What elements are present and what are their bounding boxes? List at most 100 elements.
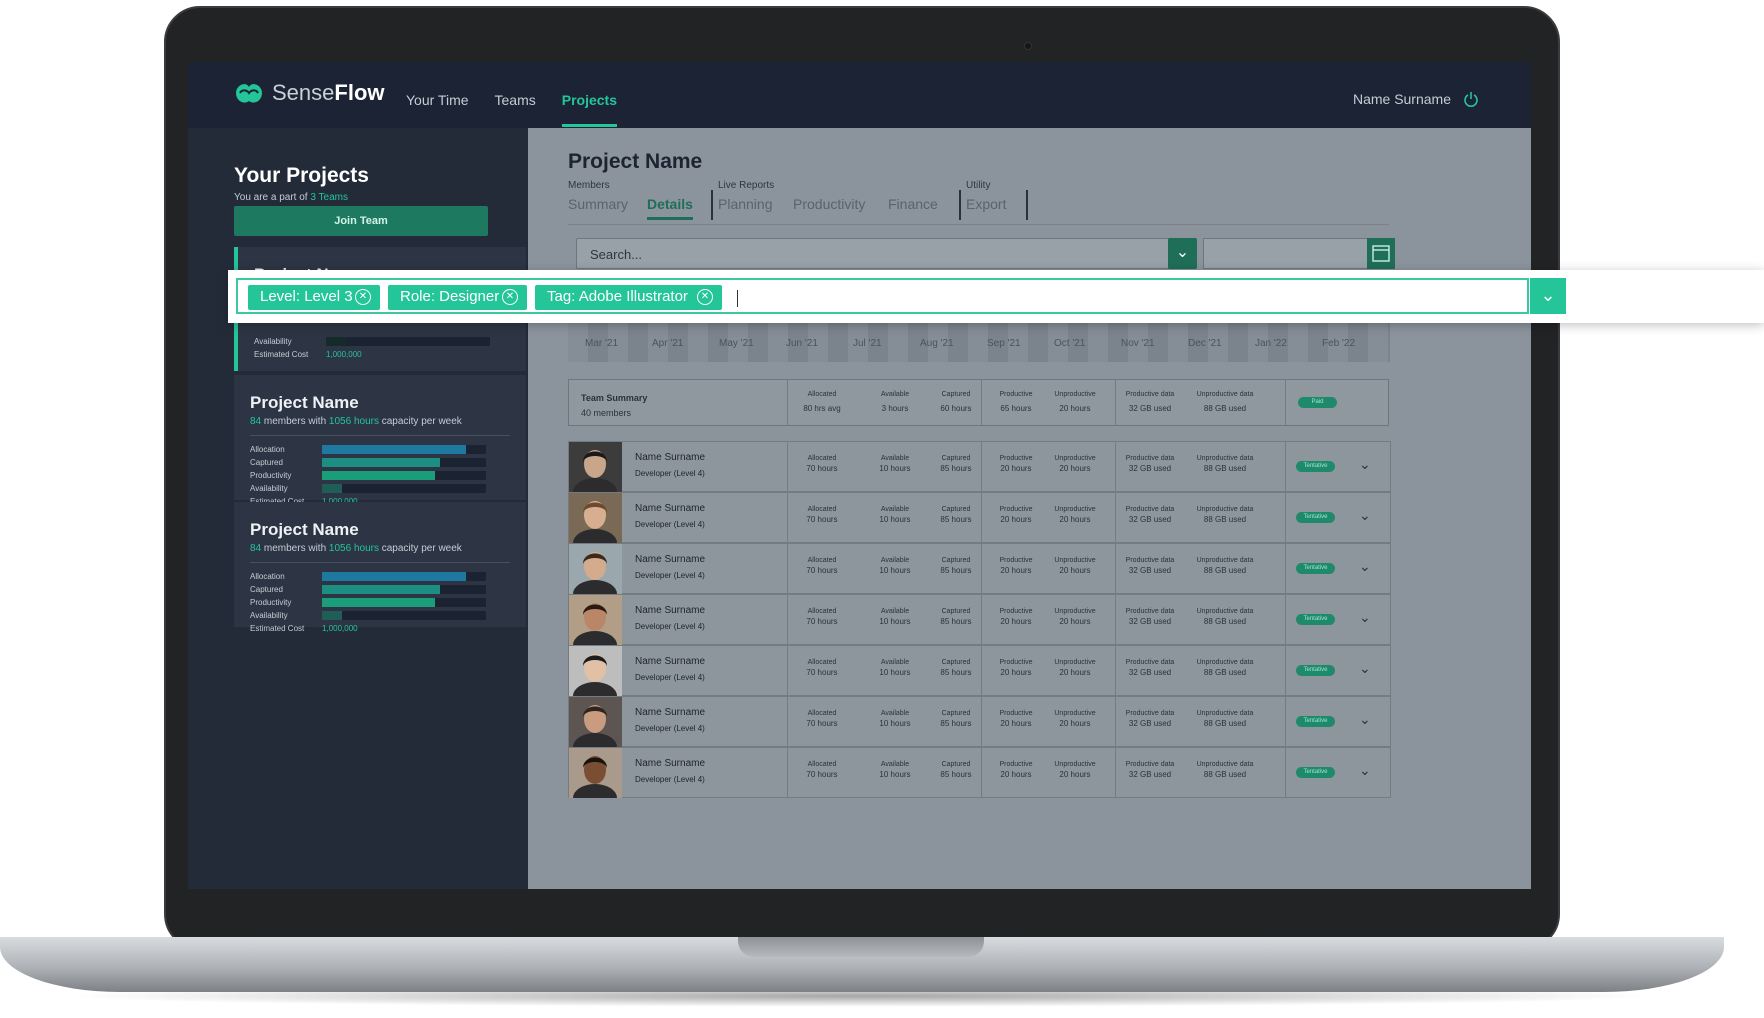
stat-value: 88 GB used [1203, 404, 1247, 413]
stat-value: 10 hours [879, 515, 911, 524]
power-icon[interactable] [1463, 91, 1479, 107]
calendar-button[interactable] [1367, 238, 1395, 269]
stat-label: Allocated [807, 710, 837, 717]
filter-chip-label: Tag: Adobe Illustrator [547, 288, 688, 305]
teams-link[interactable]: 3 Teams [310, 192, 348, 203]
tab-productivity[interactable]: Productivity [793, 196, 865, 212]
expand-chevron-icon[interactable]: ⌄ [1359, 660, 1371, 677]
month-label: May '21 [719, 338, 754, 349]
month-label: Feb '22 [1322, 338, 1356, 349]
table-row[interactable]: Name Surname Developer (Level 4) Allocated… [568, 492, 1391, 557]
stat-label: Allocated [807, 659, 837, 666]
tab-export[interactable]: Export [966, 196, 1006, 212]
filter-input[interactable]: Level: Level 3 ✕ Role: Designer ✕ Tag: Ado… [236, 278, 1529, 314]
stat-value: 20 hours [1059, 566, 1091, 575]
month-label: Oct '21 [1054, 338, 1086, 349]
tab-planning[interactable]: Planning [718, 196, 773, 212]
metric-bar-track [322, 611, 486, 620]
stat-value: 32 GB used [1128, 719, 1172, 728]
expand-chevron-icon[interactable]: ⌄ [1359, 711, 1371, 728]
cost-row: Estimated Cost 1,000,000 [250, 622, 526, 635]
filter-bar: Level: Level 3 ✕ Role: Designer ✕ Tag: Ado… [228, 270, 1764, 323]
metric-row: Productivity [250, 469, 526, 482]
metric-label: Captured [250, 585, 283, 594]
join-team-button[interactable]: Join Team [234, 206, 488, 236]
project-meta-text: members with [261, 543, 329, 554]
table-row[interactable]: Name Surname Developer (Level 4) Allocated… [568, 747, 1391, 812]
project-meta-text: members with [261, 416, 329, 427]
tab-finance[interactable]: Finance [888, 196, 938, 212]
stat-label: Unproductive [1054, 761, 1096, 768]
project-card[interactable]: Project Name 84 members with 1056 hours c… [234, 375, 526, 506]
column-divider [787, 380, 788, 425]
metric-row: Availability [250, 482, 526, 495]
project-meta-text: capacity per week [378, 543, 462, 554]
logo[interactable]: SenseFlow [234, 80, 385, 106]
metric-bar-track [326, 337, 490, 346]
member-role: Developer (Level 4) [635, 622, 705, 631]
main-nav: Your Time Teams Projects [406, 92, 618, 127]
metric-label: Availability [254, 337, 292, 346]
expand-chevron-icon[interactable]: ⌄ [1359, 558, 1371, 575]
stat-value: 70 hours [806, 770, 838, 779]
filter-dropdown-button[interactable]: ⌄ [1530, 278, 1566, 314]
stat-value: 10 hours [879, 566, 911, 575]
member-name: Name Surname [635, 452, 706, 463]
month-label: Dec '21 [1188, 338, 1222, 349]
tab-summary[interactable]: Summary [568, 196, 628, 212]
metric-bar-track [322, 598, 486, 607]
member-role: Developer (Level 4) [635, 724, 705, 733]
stat-value: 10 hours [879, 617, 911, 626]
column-divider [1285, 697, 1286, 746]
expand-chevron-icon[interactable]: ⌄ [1359, 609, 1371, 626]
date-input[interactable] [1203, 238, 1394, 269]
stat-label: Productive data [1125, 391, 1175, 398]
project-member-count: 84 [250, 416, 262, 427]
logo-icon [236, 84, 262, 103]
remove-chip-icon[interactable]: ✕ [502, 289, 518, 305]
sidebar-title: Your Projects [234, 164, 369, 187]
nav-projects[interactable]: Projects [561, 92, 618, 127]
metric-label: Captured [250, 458, 283, 467]
stat-label: Productive data [1125, 608, 1175, 615]
remove-chip-icon[interactable]: ✕ [355, 289, 371, 305]
nav-your-time[interactable]: Your Time [406, 92, 469, 108]
remove-chip-icon[interactable]: ✕ [697, 289, 713, 305]
search-dropdown-button[interactable]: ⌄ [1168, 238, 1197, 269]
column-divider [1285, 595, 1286, 644]
expand-chevron-icon[interactable]: ⌄ [1359, 507, 1371, 524]
search-input[interactable]: Search... [576, 238, 1197, 269]
project-card[interactable]: Project Name 84 members with 1056 hours c… [234, 502, 526, 633]
expand-chevron-icon[interactable]: ⌄ [1359, 456, 1371, 473]
metric-row: Allocation [250, 570, 526, 583]
table-row[interactable]: Name Surname Developer (Level 4) Allocated… [568, 543, 1391, 608]
filter-chip-level: Level: Level 3 ✕ [248, 285, 380, 310]
nav-teams[interactable]: Teams [495, 92, 536, 108]
tab-details[interactable]: Details [647, 196, 693, 220]
stat-label: Available [880, 608, 910, 615]
metric-bar-fill [322, 585, 441, 594]
table-row[interactable]: Name Surname Developer (Level 4) Allocated… [568, 441, 1391, 506]
tab-bar: Members Live Reports Utility Summary Det… [568, 180, 1389, 225]
stat-value: 20 hours [1059, 464, 1091, 473]
stat-label: Unproductive data [1196, 557, 1254, 564]
user-menu[interactable]: Name Surname [1353, 91, 1479, 107]
table-row[interactable]: Name Surname Developer (Level 4) Allocated… [568, 696, 1391, 761]
avatar [569, 595, 622, 659]
stat-label: Unproductive [1054, 506, 1096, 513]
member-name: Name Surname [635, 707, 706, 718]
avatar [569, 493, 622, 557]
group-utility: Utility [966, 180, 991, 191]
stat-label: Available [880, 391, 910, 398]
stat-label: Available [880, 455, 910, 462]
table-row[interactable]: Name Surname Developer (Level 4) Allocated… [568, 594, 1391, 659]
table-row[interactable]: Name Surname Developer (Level 4) Allocated… [568, 645, 1391, 710]
stat-value: 20 hours [1059, 404, 1091, 413]
metric-label: Productivity [250, 598, 292, 607]
filter-chip-role: Role: Designer ✕ [388, 285, 527, 310]
status-badge: Tentative [1296, 512, 1335, 523]
expand-chevron-icon[interactable]: ⌄ [1359, 762, 1371, 779]
divider [250, 562, 510, 563]
stat-value: 70 hours [806, 515, 838, 524]
metric-label: Allocation [250, 445, 285, 454]
